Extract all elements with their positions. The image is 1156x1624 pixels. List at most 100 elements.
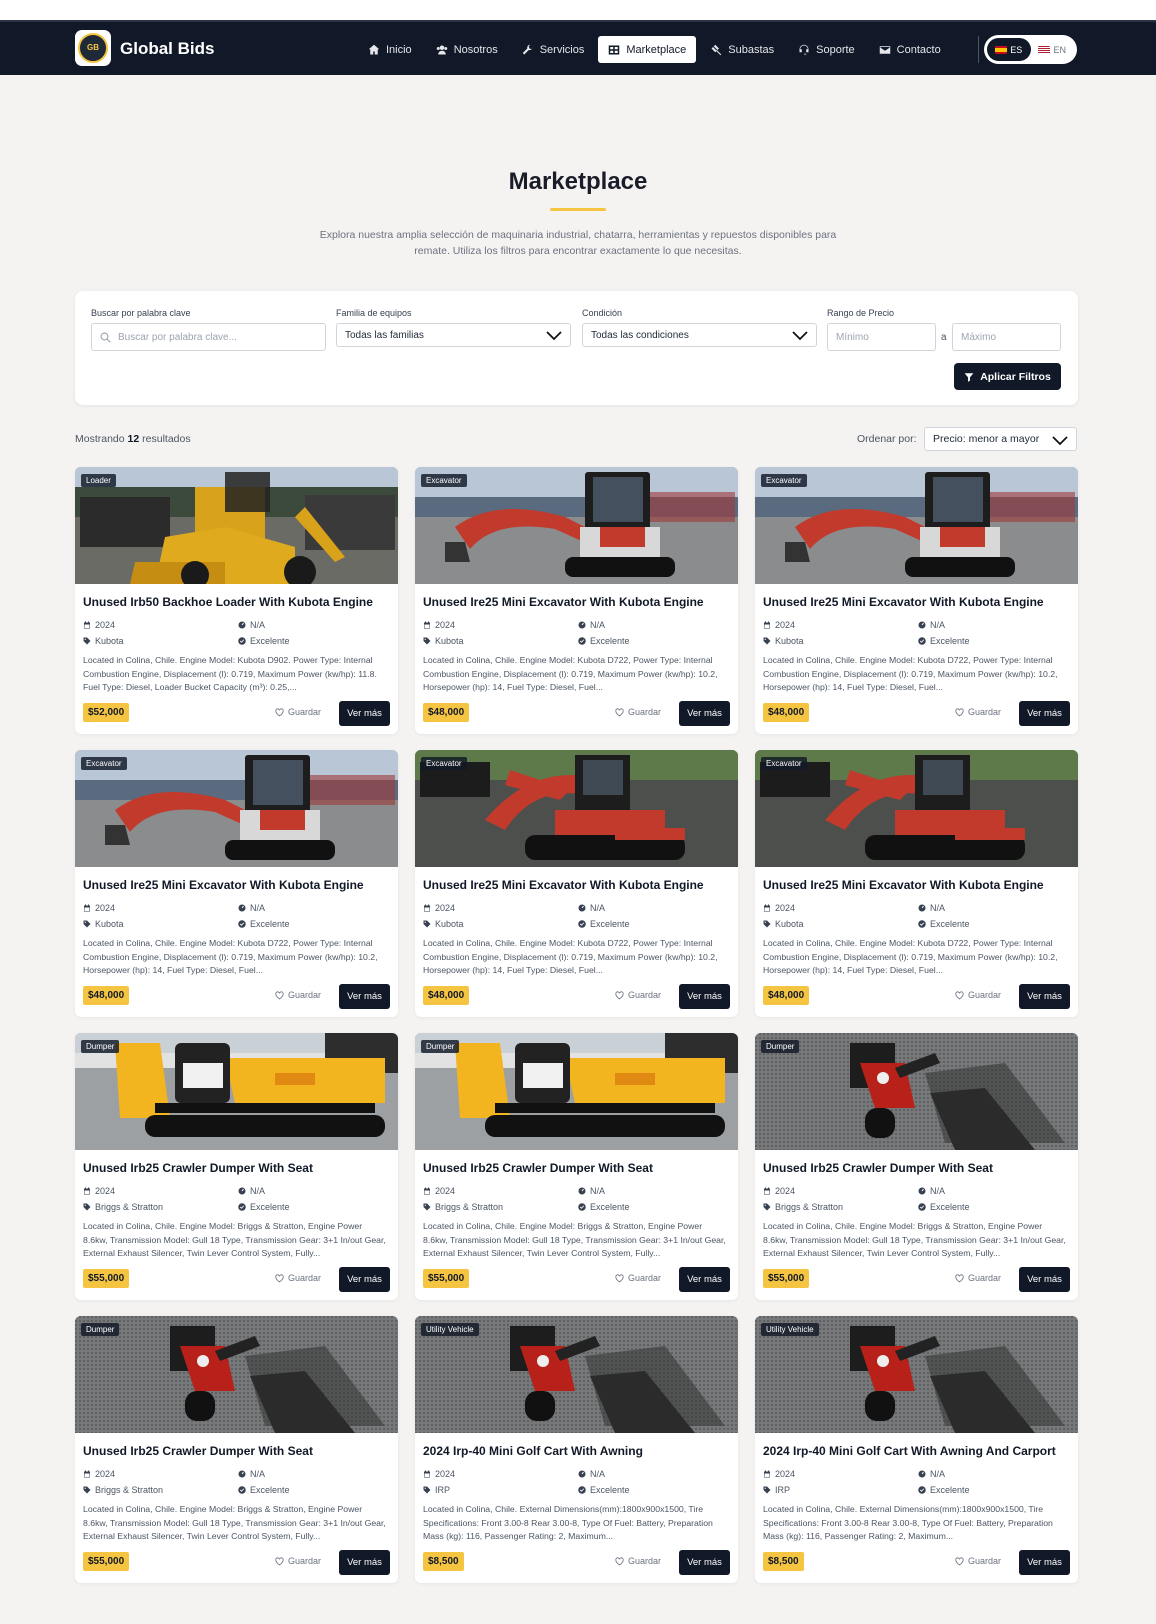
- listing-brand: Kubota: [423, 636, 464, 646]
- listing-photo[interactable]: Excavator: [75, 750, 398, 867]
- view-more-button[interactable]: Ver más: [339, 984, 390, 1009]
- listing-condition: Excelente: [918, 919, 970, 929]
- listing-title[interactable]: Unused Irb25 Crawler Dumper With Seat: [423, 1161, 733, 1175]
- save-button[interactable]: Guardar: [275, 1273, 321, 1283]
- listing-photo[interactable]: Dumper: [75, 1316, 398, 1433]
- save-button[interactable]: Guardar: [955, 1556, 1001, 1566]
- save-button[interactable]: Guardar: [615, 990, 661, 1000]
- nav-item-inicio[interactable]: Inicio: [358, 36, 422, 63]
- brand-value: Kubota: [775, 919, 804, 929]
- view-more-button[interactable]: Ver más: [679, 1550, 730, 1575]
- listing-photo[interactable]: Dumper: [415, 1033, 738, 1150]
- listing-title[interactable]: Unused Irb25 Crawler Dumper With Seat: [83, 1161, 393, 1175]
- hours-value: N/A: [930, 1469, 946, 1479]
- year-value: 2024: [435, 620, 456, 630]
- save-button[interactable]: Guardar: [615, 1556, 661, 1566]
- listing-description: Located in Colina, Chile. Engine Model: …: [763, 655, 1058, 693]
- save-button[interactable]: Guardar: [275, 707, 321, 717]
- price-min-input[interactable]: Mínimo: [827, 323, 936, 351]
- save-button[interactable]: Guardar: [275, 990, 321, 1000]
- lang-en-button[interactable]: EN: [1031, 38, 1075, 61]
- listing-title[interactable]: Unused Irb25 Crawler Dumper With Seat: [763, 1161, 1073, 1175]
- save-button[interactable]: Guardar: [615, 1273, 661, 1283]
- listing-card[interactable]: Utility Vehicle 2024 Irp-40 Mini Golf Ca…: [755, 1316, 1078, 1583]
- listing-photo[interactable]: Dumper: [75, 1033, 398, 1150]
- save-button[interactable]: Guardar: [955, 1273, 1001, 1283]
- family-select[interactable]: Todas las familias: [336, 323, 571, 347]
- listing-photo[interactable]: Utility Vehicle: [755, 1316, 1078, 1433]
- heart-icon: [275, 707, 284, 716]
- brand-logo[interactable]: GB: [75, 30, 111, 66]
- view-more-button[interactable]: Ver más: [1019, 984, 1070, 1009]
- listing-photo[interactable]: Excavator: [755, 750, 1078, 867]
- listing-card[interactable]: Excavator Unused Ire25 Mini Excavator Wi…: [415, 750, 738, 1017]
- navbar: GB Global Bids Inicio Nosotros Servicios Ma…: [0, 20, 1156, 75]
- listing-card[interactable]: Excavator Unused Ire25 Mini Excavator Wi…: [755, 750, 1078, 1017]
- listing-card[interactable]: Excavator Unused Ire25 Mini Excavator Wi…: [415, 467, 738, 734]
- listing-photo[interactable]: Dumper: [755, 1033, 1078, 1150]
- sort-select[interactable]: Precio: menor a mayor: [924, 427, 1077, 451]
- listing-photo[interactable]: Excavator: [415, 467, 738, 584]
- nav-item-subastas[interactable]: Subastas: [700, 36, 784, 63]
- nav-item-soporte[interactable]: Soporte: [788, 36, 865, 63]
- heart-icon: [275, 990, 284, 999]
- save-button[interactable]: Guardar: [955, 990, 1001, 1000]
- listing-card[interactable]: Dumper Unused Irb25 Crawler Dumper With …: [415, 1033, 738, 1300]
- listing-title[interactable]: 2024 Irp-40 Mini Golf Cart With Awning A…: [763, 1444, 1073, 1458]
- listing-price: $48,000: [763, 703, 810, 722]
- check-circle-icon: [578, 920, 586, 928]
- listing-photo[interactable]: Excavator: [415, 750, 738, 867]
- keyword-search-input[interactable]: Buscar por palabra clave...: [91, 323, 326, 351]
- view-more-button[interactable]: Ver más: [1019, 1550, 1070, 1575]
- lang-es-button[interactable]: ES: [987, 38, 1031, 61]
- tag-icon: [83, 1486, 91, 1494]
- save-button[interactable]: Guardar: [955, 707, 1001, 717]
- listing-card[interactable]: Dumper Unused Irb25 Crawler Dumper With …: [755, 1033, 1078, 1300]
- listing-title[interactable]: Unused Ire25 Mini Excavator With Kubota …: [423, 595, 733, 609]
- apply-filters-button[interactable]: Aplicar Filtros: [954, 363, 1061, 390]
- save-button[interactable]: Guardar: [615, 707, 661, 717]
- filter-icon: [964, 372, 974, 382]
- brand-name[interactable]: Global Bids: [120, 39, 214, 59]
- listing-title[interactable]: Unused Ire25 Mini Excavator With Kubota …: [423, 878, 733, 892]
- calendar-icon: [84, 621, 90, 629]
- listing-photo[interactable]: Excavator: [755, 467, 1078, 584]
- listing-title[interactable]: Unused Irb50 Backhoe Loader With Kubota …: [83, 595, 393, 609]
- listing-title[interactable]: Unused Irb25 Crawler Dumper With Seat: [83, 1444, 393, 1458]
- nav-item-contacto[interactable]: Contacto: [869, 36, 951, 63]
- listing-card[interactable]: Loader Unused Irb50 Backhoe Loader With …: [75, 467, 398, 734]
- view-more-button[interactable]: Ver más: [679, 984, 730, 1009]
- listing-card[interactable]: Excavator Unused Ire25 Mini Excavator Wi…: [75, 750, 398, 1017]
- listing-title[interactable]: Unused Ire25 Mini Excavator With Kubota …: [763, 595, 1073, 609]
- price-max-input[interactable]: Máximo: [952, 323, 1061, 351]
- search-icon: [100, 332, 111, 343]
- save-button[interactable]: Guardar: [275, 1556, 321, 1566]
- sort-value: Precio: menor a mayor: [933, 433, 1040, 445]
- view-more-button[interactable]: Ver más: [1019, 701, 1070, 726]
- view-more-button[interactable]: Ver más: [339, 701, 390, 726]
- listing-condition: Excelente: [238, 1485, 290, 1495]
- condition-select[interactable]: Todas las condiciones: [582, 323, 817, 347]
- save-label: Guardar: [628, 1556, 662, 1566]
- year-value: 2024: [775, 903, 796, 913]
- view-more-button[interactable]: Ver más: [679, 701, 730, 726]
- view-more-button[interactable]: Ver más: [679, 1267, 730, 1292]
- listing-year: 2024: [83, 903, 115, 913]
- nav-item-marketplace[interactable]: Marketplace: [598, 36, 697, 63]
- view-more-button[interactable]: Ver más: [339, 1267, 390, 1292]
- listing-card[interactable]: Dumper Unused Irb25 Crawler Dumper With …: [75, 1033, 398, 1300]
- listing-year: 2024: [83, 1469, 115, 1479]
- listing-photo[interactable]: Loader: [75, 467, 398, 584]
- view-more-button[interactable]: Ver más: [1019, 1267, 1070, 1292]
- nav-divider: [978, 36, 979, 63]
- listing-title[interactable]: Unused Ire25 Mini Excavator With Kubota …: [763, 878, 1073, 892]
- nav-item-nosotros[interactable]: Nosotros: [426, 36, 508, 63]
- listing-title[interactable]: Unused Ire25 Mini Excavator With Kubota …: [83, 878, 393, 892]
- view-more-button[interactable]: Ver más: [339, 1550, 390, 1575]
- listing-card[interactable]: Utility Vehicle 2024 Irp-40 Mini Golf Ca…: [415, 1316, 738, 1583]
- listing-card[interactable]: Excavator Unused Ire25 Mini Excavator Wi…: [755, 467, 1078, 734]
- listing-photo[interactable]: Utility Vehicle: [415, 1316, 738, 1433]
- listing-title[interactable]: 2024 Irp-40 Mini Golf Cart With Awning: [423, 1444, 733, 1458]
- listing-card[interactable]: Dumper Unused Irb25 Crawler Dumper With …: [75, 1316, 398, 1583]
- nav-item-servicios[interactable]: Servicios: [512, 36, 595, 63]
